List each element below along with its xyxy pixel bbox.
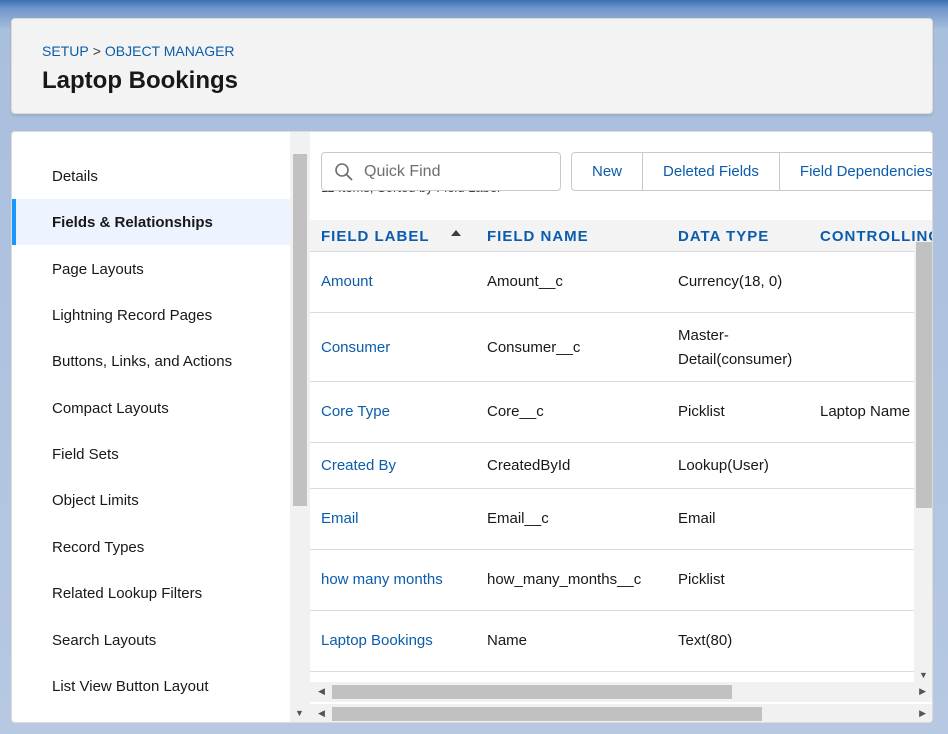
field-label-link[interactable]: Core Type (321, 403, 390, 420)
table-row: Email Email__c Email (310, 489, 914, 550)
sidebar-item-buttons-links-actions[interactable]: Buttons, Links, and Actions (12, 338, 290, 384)
column-header-field-name[interactable]: FIELD NAME (487, 228, 589, 245)
sidebar-scrollbar[interactable]: ▼ (290, 132, 310, 722)
table-row: Core Type Core__c Picklist Laptop Name (310, 382, 914, 443)
scrollbar-thumb[interactable] (332, 707, 762, 721)
sidebar-item-page-layouts[interactable]: Page Layouts (12, 246, 290, 292)
scroll-right-arrow-icon[interactable]: ▶ (919, 708, 926, 719)
field-actions-button-group: New Deleted Fields Field Dependencies (571, 152, 932, 191)
field-name-cell: CreatedById (487, 457, 571, 474)
sidebar-item-label: Object Limits (52, 491, 139, 509)
field-label-link[interactable]: Amount (321, 273, 373, 290)
quick-find-placeholder: Quick Find (364, 162, 441, 180)
new-button[interactable]: New (571, 152, 644, 191)
sidebar-item-search-layouts[interactable]: Search Layouts (12, 617, 290, 663)
field-label-link[interactable]: Consumer (321, 339, 390, 356)
sidebar-item-compact-layouts[interactable]: Compact Layouts (12, 385, 290, 431)
data-type-cell: Text(80) (678, 632, 733, 649)
sidebar-item-label: Details (52, 167, 98, 185)
sidebar-item-label: Fields & Relationships (52, 213, 213, 231)
scrollbar-thumb[interactable] (293, 154, 307, 506)
scrollbar-thumb[interactable] (332, 685, 732, 699)
sort-ascending-icon[interactable] (451, 230, 461, 236)
sidebar-item-label: List View Button Layout (52, 677, 209, 695)
page-horizontal-scrollbar[interactable]: ◀ ▶ (310, 704, 932, 722)
field-label-link[interactable]: Email (321, 510, 359, 527)
table-row: how many months how_many_months__c Pickl… (310, 550, 914, 611)
breadcrumb-separator: > (92, 43, 101, 59)
data-type-cell: Currency(18, 0) (678, 273, 783, 290)
sidebar-item-field-sets[interactable]: Field Sets (12, 431, 290, 477)
page-title: Laptop Bookings (42, 67, 238, 94)
quick-find-input[interactable]: Quick Find (321, 152, 561, 191)
scroll-right-arrow-icon[interactable]: ▶ (919, 686, 926, 697)
field-name-cell: Core__c (487, 403, 544, 420)
field-label-link[interactable]: Laptop Bookings (321, 632, 433, 649)
table-row: Laptop Bookings Name Text(80) (310, 611, 914, 672)
sidebar-item-label: Buttons, Links, and Actions (52, 352, 233, 370)
sidebar-item-label: Search Layouts (52, 631, 157, 649)
field-label-link[interactable]: Created By (321, 457, 396, 474)
table-horizontal-scrollbar[interactable]: ◀ ▶ (310, 682, 932, 702)
search-icon (335, 162, 353, 181)
sidebar-item-label: Related Lookup Filters (52, 584, 203, 602)
breadcrumb-setup-link[interactable]: SETUP (42, 43, 89, 59)
table-header-row: FIELD LABEL FIELD NAME DATA TYPE CONTROL… (310, 220, 932, 252)
table-row: Consumer Consumer__c Master- Detail(cons… (310, 313, 914, 382)
sidebar-item-label: Record Types (52, 538, 145, 556)
table-row: Created By CreatedById Lookup(User) (310, 443, 914, 489)
field-name-cell: Amount__c (487, 273, 563, 290)
sidebar-item-list-view-button-layout[interactable]: List View Button Layout (12, 663, 290, 709)
sidebar-item-label: Compact Layouts (52, 399, 169, 417)
field-dependencies-button[interactable]: Field Dependencies (778, 152, 932, 191)
field-name-cell: Consumer__c (487, 339, 581, 356)
table-row: Amount Amount__c Currency(18, 0) (310, 252, 914, 313)
column-header-field-label[interactable]: FIELD LABEL (321, 228, 430, 245)
data-type-cell: Master- (678, 327, 729, 344)
scrollbar-thumb[interactable] (916, 242, 932, 508)
sidebar-item-lightning-record-pages[interactable]: Lightning Record Pages (12, 292, 290, 338)
sidebar-item-details[interactable]: Details (12, 153, 290, 199)
sidebar-item-label: Page Layouts (52, 260, 144, 278)
sidebar-item-object-limits[interactable]: Object Limits (12, 477, 290, 523)
field-name-cell: Email__c (487, 510, 549, 527)
field-name-cell: how_many_months__c (487, 571, 642, 588)
column-header-data-type[interactable]: DATA TYPE (678, 228, 769, 245)
data-type-cell-continued: Detail(consumer) (678, 351, 793, 368)
data-type-cell: Picklist (678, 571, 725, 588)
sidebar-item-related-lookup-filters[interactable]: Related Lookup Filters (12, 570, 290, 616)
scroll-left-arrow-icon[interactable]: ◀ (318, 686, 325, 697)
scroll-down-arrow-icon[interactable]: ▼ (919, 670, 928, 680)
sidebar-item-label: Lightning Record Pages (52, 306, 213, 324)
controlling-field-cell: Laptop Name (820, 403, 911, 420)
data-type-cell: Picklist (678, 403, 725, 420)
breadcrumb: SETUP > OBJECT MANAGER (42, 43, 235, 59)
table-vertical-scrollbar[interactable]: ▼ (914, 242, 932, 682)
breadcrumb-object-manager-link[interactable]: OBJECT MANAGER (105, 43, 235, 59)
scroll-left-arrow-icon[interactable]: ◀ (318, 708, 325, 719)
deleted-fields-button[interactable]: Deleted Fields (642, 152, 780, 191)
sidebar-item-record-types[interactable]: Record Types (12, 524, 290, 570)
data-type-cell: Email (678, 510, 716, 527)
field-name-cell: Name (487, 632, 528, 649)
data-type-cell: Lookup(User) (678, 457, 769, 474)
sidebar-item-fields-relationships[interactable]: Fields & Relationships (12, 199, 290, 245)
field-label-link[interactable]: how many months (321, 571, 443, 588)
fields-content: 11 Items, Sorted by Field Label Quick Fi… (310, 132, 932, 722)
sidebar-item-label: Field Sets (52, 445, 119, 463)
object-detail-panel: Details Fields & Relationships Page Layo… (11, 131, 933, 723)
scroll-down-arrow-icon[interactable]: ▼ (295, 708, 304, 718)
sidebar-nav: Details Fields & Relationships Page Layo… (12, 132, 290, 722)
page-header: SETUP > OBJECT MANAGER Laptop Bookings (11, 18, 933, 114)
